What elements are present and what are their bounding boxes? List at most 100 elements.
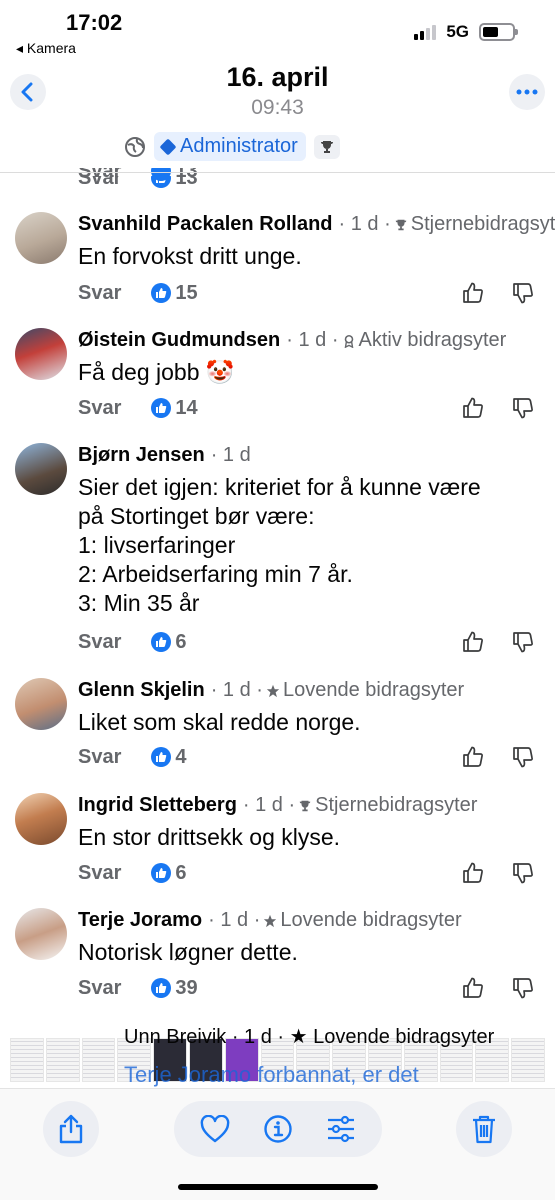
- reply-button[interactable]: Svar: [78, 282, 121, 305]
- commenter-name[interactable]: Ingrid Sletteberg: [78, 794, 237, 817]
- upvote-icon[interactable]: [461, 861, 485, 885]
- reply-button[interactable]: Svar: [78, 862, 121, 885]
- upvote-icon[interactable]: [461, 745, 485, 769]
- downvote-icon[interactable]: [511, 630, 535, 654]
- comment-actions: Svar 14: [78, 394, 555, 422]
- adjust-button[interactable]: [326, 1114, 356, 1144]
- comment-header: Bjørn Jensen · 1 d: [78, 444, 555, 467]
- photo-actions-group: [174, 1101, 382, 1157]
- reply-button[interactable]: Svar: [78, 631, 121, 654]
- like-icon: [151, 978, 172, 998]
- info-button[interactable]: [263, 1114, 293, 1144]
- like-count[interactable]: 39: [151, 976, 198, 1000]
- downvote-icon[interactable]: [511, 861, 535, 885]
- comment-age: · 1 d ·: [338, 213, 391, 235]
- upvote-icon[interactable]: [461, 630, 485, 654]
- like-count[interactable]: 4: [151, 746, 187, 769]
- like-count[interactable]: 6: [151, 630, 187, 654]
- comment-header: Glenn Skjelin · 1 d · Lovende bidragsyte…: [78, 679, 555, 702]
- trophy-icon: [299, 800, 311, 811]
- comment-meta: · 1 d: [211, 444, 251, 467]
- like-count[interactable]: 6: [151, 861, 187, 885]
- comment-text-block: En stor drittsekk og klyse.: [78, 823, 555, 852]
- comment-meta: · 1 d · Stjernebidragsyter: [339, 213, 555, 236]
- signal-icon: [414, 24, 437, 40]
- thumbnail[interactable]: [10, 1038, 44, 1082]
- medal-icon: [344, 334, 353, 348]
- like-number: 6: [175, 861, 187, 884]
- comment-text: Notorisk løgner dette.: [78, 939, 298, 965]
- info-icon: [264, 1115, 292, 1143]
- commenter-name[interactable]: Øistein Gudmundsen: [78, 329, 280, 352]
- reply-button[interactable]: Svar: [78, 746, 121, 769]
- comment-text-block: En forvokst dritt unge.: [78, 242, 555, 271]
- comment-meta: · 1 d · Stjernebidragsyter: [243, 794, 478, 817]
- trophy-badge: [313, 134, 340, 159]
- more-options-button-overlay[interactable]: [509, 74, 545, 110]
- comment-body: Bjørn Jensen · 1 d Sier det igjen: krite…: [78, 444, 555, 618]
- thumbnail[interactable]: [81, 1038, 116, 1082]
- thumbnail[interactable]: [45, 1038, 80, 1082]
- comment-age: · 1 d ·: [208, 909, 261, 931]
- comment-text-line: Sier det igjen: kriteriet for å kunne væ…: [78, 474, 481, 500]
- avatar[interactable]: [15, 793, 67, 845]
- comment-age: · 1 d: [210, 444, 251, 466]
- partial-comment-header: Unn Breivik · 1 d · ★ Lovende bidragsyte…: [124, 1026, 495, 1048]
- downvote-icon[interactable]: [511, 745, 535, 769]
- avatar[interactable]: [15, 908, 67, 960]
- like-icon: [151, 747, 172, 767]
- thumbnail[interactable]: [511, 1038, 545, 1082]
- contributor-badge: Aktiv bidragsyter: [358, 329, 507, 351]
- comment-actions: Svar 15: [78, 279, 555, 307]
- avatar[interactable]: [15, 328, 67, 380]
- comment-actions: Svar 39: [78, 974, 555, 1002]
- delete-button[interactable]: [456, 1101, 512, 1157]
- downvote-icon[interactable]: [511, 281, 535, 305]
- like-icon: [151, 632, 172, 652]
- commenter-name[interactable]: Svanhild Packalen Rolland: [78, 213, 333, 236]
- upvote-icon[interactable]: [461, 396, 485, 420]
- commenter-name[interactable]: Terje Joramo: [78, 909, 202, 932]
- comment-age: · 1 d ·: [242, 794, 296, 816]
- commenter-name[interactable]: Glenn Skjelin: [78, 679, 205, 702]
- upvote-icon[interactable]: [461, 281, 485, 305]
- partial-comment-text: Terje Joramo forbannat, er det: [124, 1062, 419, 1087]
- favorite-button[interactable]: [200, 1114, 230, 1144]
- upvote-icon[interactable]: [461, 976, 485, 1000]
- star-icon: [266, 684, 280, 697]
- globe-icon: [125, 136, 145, 157]
- like-number: 15: [175, 281, 198, 304]
- reply-button[interactable]: Svar: [78, 977, 121, 1000]
- battery-icon: [479, 23, 518, 41]
- back-to-app-link-overlay[interactable]: ◂ Kamera: [16, 40, 76, 57]
- like-count[interactable]: 14: [151, 396, 198, 420]
- home-indicator: [178, 1184, 378, 1190]
- like-number: 39: [175, 976, 198, 999]
- photo-time-overlay: 09:43: [251, 96, 304, 119]
- contributor-badge: Lovende bidragsyter: [280, 909, 462, 931]
- badge-row-overlay: Administrator: [124, 132, 340, 161]
- star-icon: [264, 914, 277, 927]
- like-number: 6: [175, 630, 187, 653]
- avatar[interactable]: [15, 212, 67, 264]
- downvote-icon[interactable]: [511, 976, 535, 1000]
- like-number: 14: [175, 396, 198, 419]
- comment-text-line: 3: Min 35 år: [78, 590, 200, 616]
- commenter-name[interactable]: Bjørn Jensen: [78, 444, 205, 467]
- avatar[interactable]: [15, 443, 67, 495]
- comment-header: Øistein Gudmundsen · 1 d · Aktiv bidrags…: [78, 329, 555, 352]
- comment-meta: · 1 d · Lovende bidragsyter: [211, 679, 464, 702]
- avatar[interactable]: [15, 678, 67, 730]
- reply-button[interactable]: Svar: [78, 397, 121, 420]
- like-count[interactable]: 15: [151, 281, 198, 305]
- downvote-icon[interactable]: [511, 396, 535, 420]
- status-time-overlay: 17:02: [66, 10, 123, 35]
- comment-text: Liket som skal redde norge.: [78, 709, 361, 735]
- admin-badge: Administrator: [154, 132, 306, 161]
- heart-icon: [200, 1115, 230, 1143]
- ellipsis-icon: [516, 89, 538, 95]
- like-icon: [151, 863, 172, 883]
- comment-text: Få deg jobb 🤡: [78, 359, 235, 385]
- share-button[interactable]: [43, 1101, 99, 1157]
- trash-icon: [473, 1115, 495, 1144]
